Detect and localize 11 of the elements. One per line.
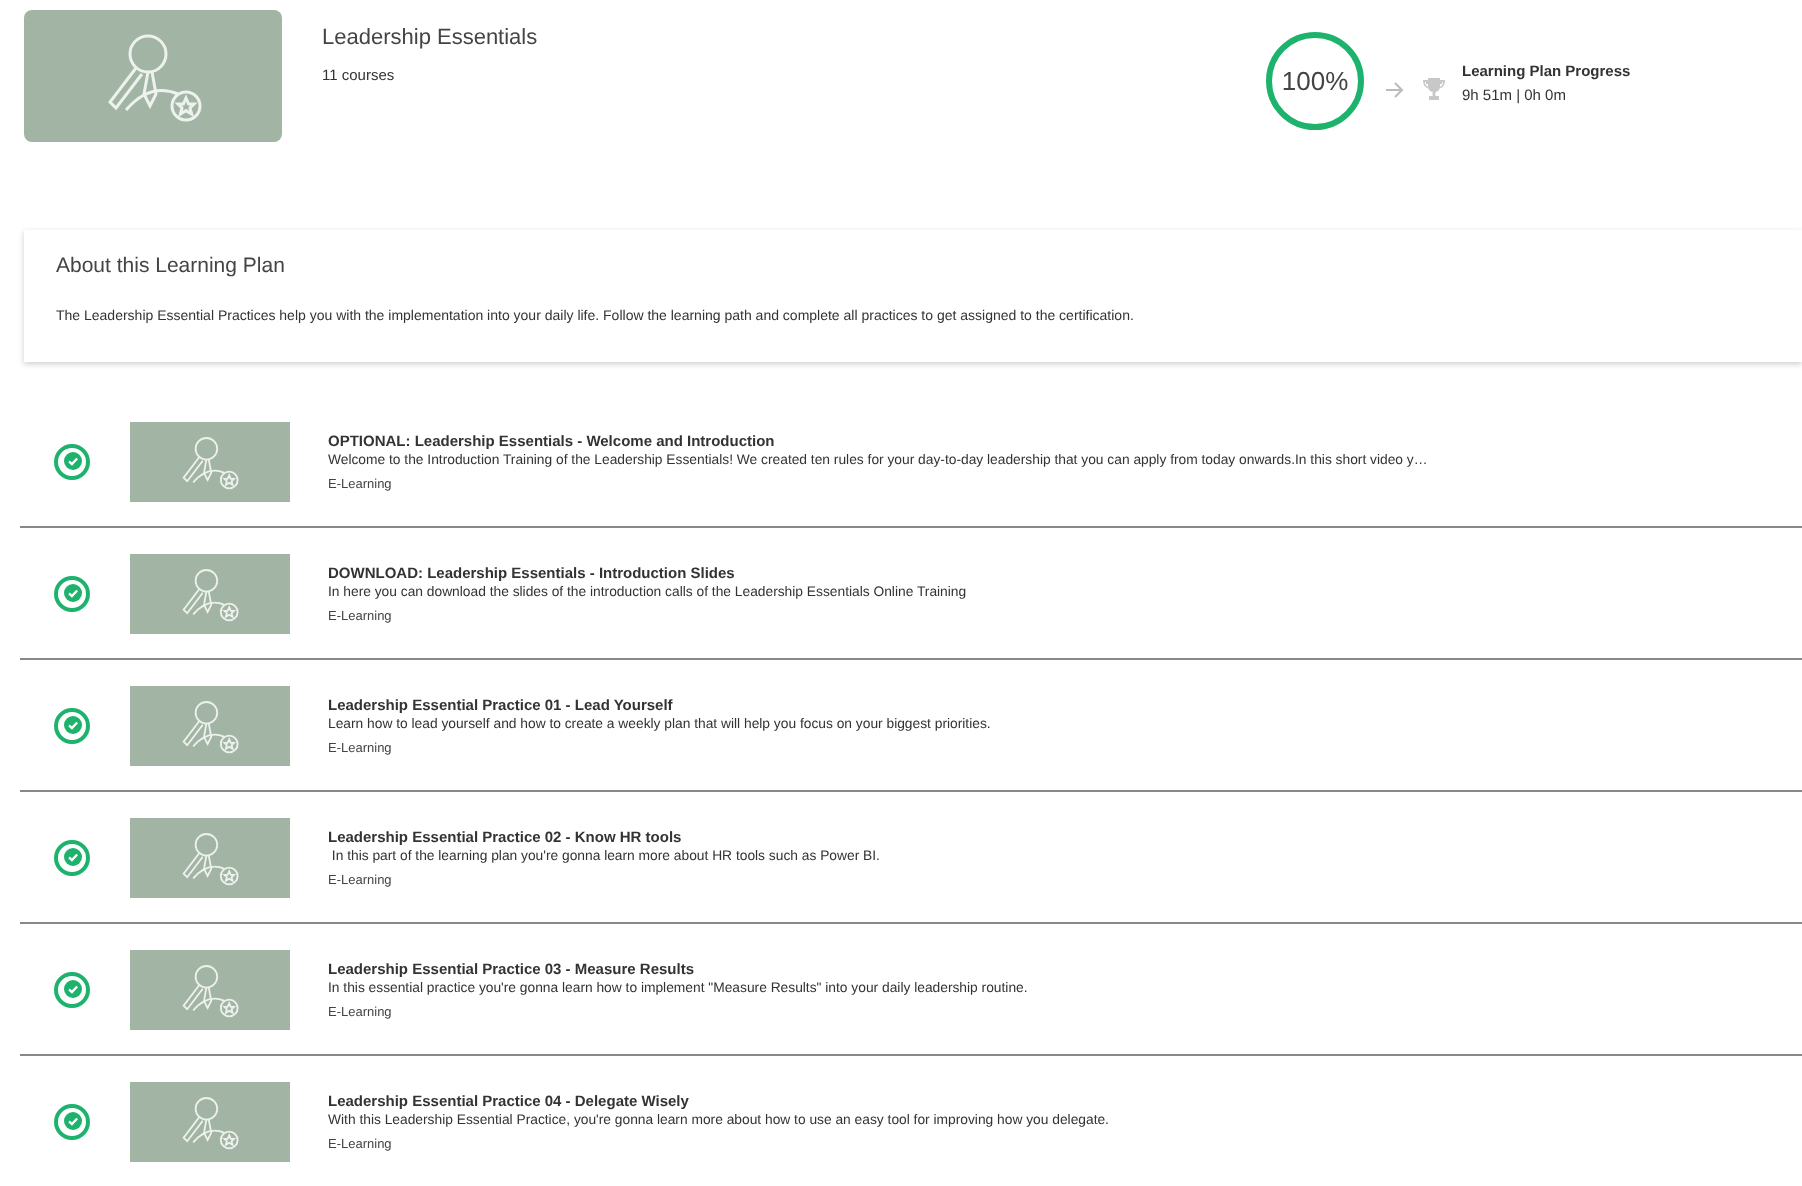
course-thumbnail[interactable] (130, 949, 290, 1029)
course-thumbnail[interactable] (130, 817, 290, 897)
about-heading: About this Learning Plan (56, 254, 287, 278)
progress-ring: 100% (1266, 32, 1364, 130)
course-thumbnail[interactable] (130, 553, 290, 633)
plan-title: Leadership Essentials (322, 26, 540, 50)
course-thumbnail[interactable] (130, 1081, 290, 1161)
arrow-icon (1384, 80, 1404, 100)
trophy-icon (1422, 78, 1446, 100)
course-thumbnail[interactable] (130, 685, 290, 765)
course-thumbnail[interactable] (130, 421, 290, 501)
